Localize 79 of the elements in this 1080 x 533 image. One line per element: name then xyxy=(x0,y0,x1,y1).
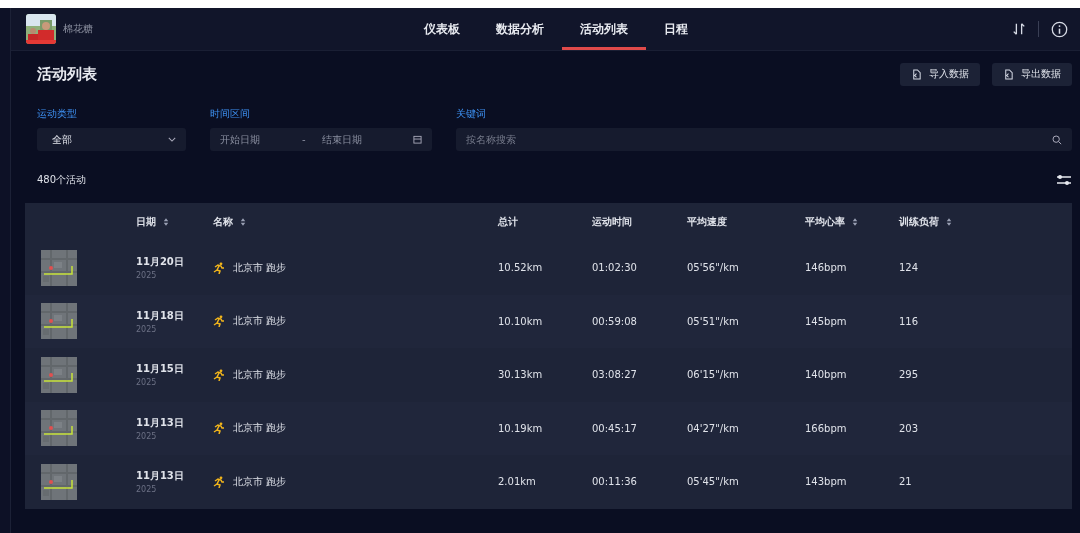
nav-tab[interactable]: 数据分析 xyxy=(478,8,562,50)
user-name: 棉花糖 xyxy=(63,22,93,36)
sport-type-select[interactable]: 全部 xyxy=(37,128,186,151)
table-cell: 146bpm xyxy=(805,262,847,274)
runner-icon xyxy=(213,368,225,381)
info-icon[interactable] xyxy=(1051,20,1068,38)
date-range-field[interactable]: 开始日期 - 结束日期 xyxy=(210,128,432,151)
activity-name[interactable]: 北京市 跑步 xyxy=(233,367,287,382)
column-header[interactable]: 名称 xyxy=(213,215,246,229)
activity-year: 2025 xyxy=(136,485,158,495)
table-cell: 05'45"/km xyxy=(687,476,739,488)
activity-date: 11月20日 xyxy=(136,255,184,270)
nav-tab[interactable]: 活动列表 xyxy=(562,8,646,50)
table-cell: 10.19km xyxy=(498,422,543,434)
table-cell: 203 xyxy=(899,422,919,434)
table-cell: 145bpm xyxy=(805,315,847,327)
activity-year: 2025 xyxy=(136,378,158,388)
activity-year: 2025 xyxy=(136,431,158,441)
table-cell: 06'15"/km xyxy=(687,369,739,381)
table-cell: 05'56"/km xyxy=(687,262,739,274)
table-cell: 03:08:27 xyxy=(592,369,637,381)
filter-settings-icon[interactable] xyxy=(1056,174,1072,186)
table-cell: 00:11:36 xyxy=(592,476,637,488)
table-cell: 116 xyxy=(899,315,919,327)
activity-name[interactable]: 北京市 跑步 xyxy=(233,474,287,489)
runner-icon xyxy=(213,315,225,328)
table-cell: 04'27"/km xyxy=(687,422,739,434)
activity-year: 2025 xyxy=(136,324,158,334)
activity-name[interactable]: 北京市 跑步 xyxy=(233,260,287,275)
file-icon xyxy=(911,68,922,80)
table-cell: 05'51"/km xyxy=(687,315,739,327)
activity-date: 11月13日 xyxy=(136,469,184,484)
activity-name[interactable]: 北京市 跑步 xyxy=(233,421,287,436)
table-cell: 10.10km xyxy=(498,315,543,327)
activity-year: 2025 xyxy=(136,271,158,281)
table-cell: 143bpm xyxy=(805,476,847,488)
sort-icon[interactable] xyxy=(946,217,952,227)
table-cell: 30.13km xyxy=(498,369,543,381)
table-cell: 21 xyxy=(899,476,912,488)
file-icon xyxy=(1003,68,1014,80)
filter-label: 时间区间 xyxy=(210,107,251,121)
activity-date: 11月13日 xyxy=(136,415,184,430)
runner-icon xyxy=(213,475,225,488)
table-cell: 166bpm xyxy=(805,422,847,434)
sort-icon[interactable] xyxy=(163,217,169,227)
table-cell: 01:02:30 xyxy=(592,262,637,274)
nav-tab[interactable]: 日程 xyxy=(646,8,706,50)
column-header[interactable]: 平均心率 xyxy=(805,215,858,229)
data-button[interactable]: 导入数据 xyxy=(900,62,980,86)
sort-icon[interactable] xyxy=(852,217,858,227)
column-header: 运动时间 xyxy=(592,215,632,229)
filter-label: 关键词 xyxy=(456,107,487,121)
data-button[interactable]: 导出数据 xyxy=(992,62,1072,86)
column-header[interactable]: 日期 xyxy=(136,215,169,229)
column-header[interactable]: 训练负荷 xyxy=(899,215,952,229)
search-icon[interactable] xyxy=(1052,134,1062,145)
calendar-icon xyxy=(413,135,422,144)
sort-icon[interactable] xyxy=(240,217,246,227)
table-cell: 295 xyxy=(899,369,919,381)
filter-label: 运动类型 xyxy=(37,107,78,121)
runner-icon xyxy=(213,261,225,274)
table-cell: 00:45:17 xyxy=(592,422,637,434)
chevron-down-icon xyxy=(168,137,176,142)
column-header: 总计 xyxy=(498,215,518,229)
activity-date: 11月15日 xyxy=(136,362,184,377)
nav-tab[interactable]: 仪表板 xyxy=(406,8,478,50)
table-cell: 2.01km xyxy=(498,476,536,488)
activity-name[interactable]: 北京市 跑步 xyxy=(233,314,287,329)
sort-icon[interactable] xyxy=(1012,22,1026,36)
table-cell: 00:59:08 xyxy=(592,315,637,327)
table-cell: 124 xyxy=(899,262,919,274)
column-header: 平均速度 xyxy=(687,215,727,229)
activity-count: 480个活动 xyxy=(37,173,87,187)
activity-date: 11月18日 xyxy=(136,308,184,323)
search-field[interactable]: 按名称搜索 xyxy=(456,128,1072,151)
table-cell: 140bpm xyxy=(805,369,847,381)
page-title: 活动列表 xyxy=(37,64,97,84)
runner-icon xyxy=(213,422,225,435)
table-cell: 10.52km xyxy=(498,262,543,274)
